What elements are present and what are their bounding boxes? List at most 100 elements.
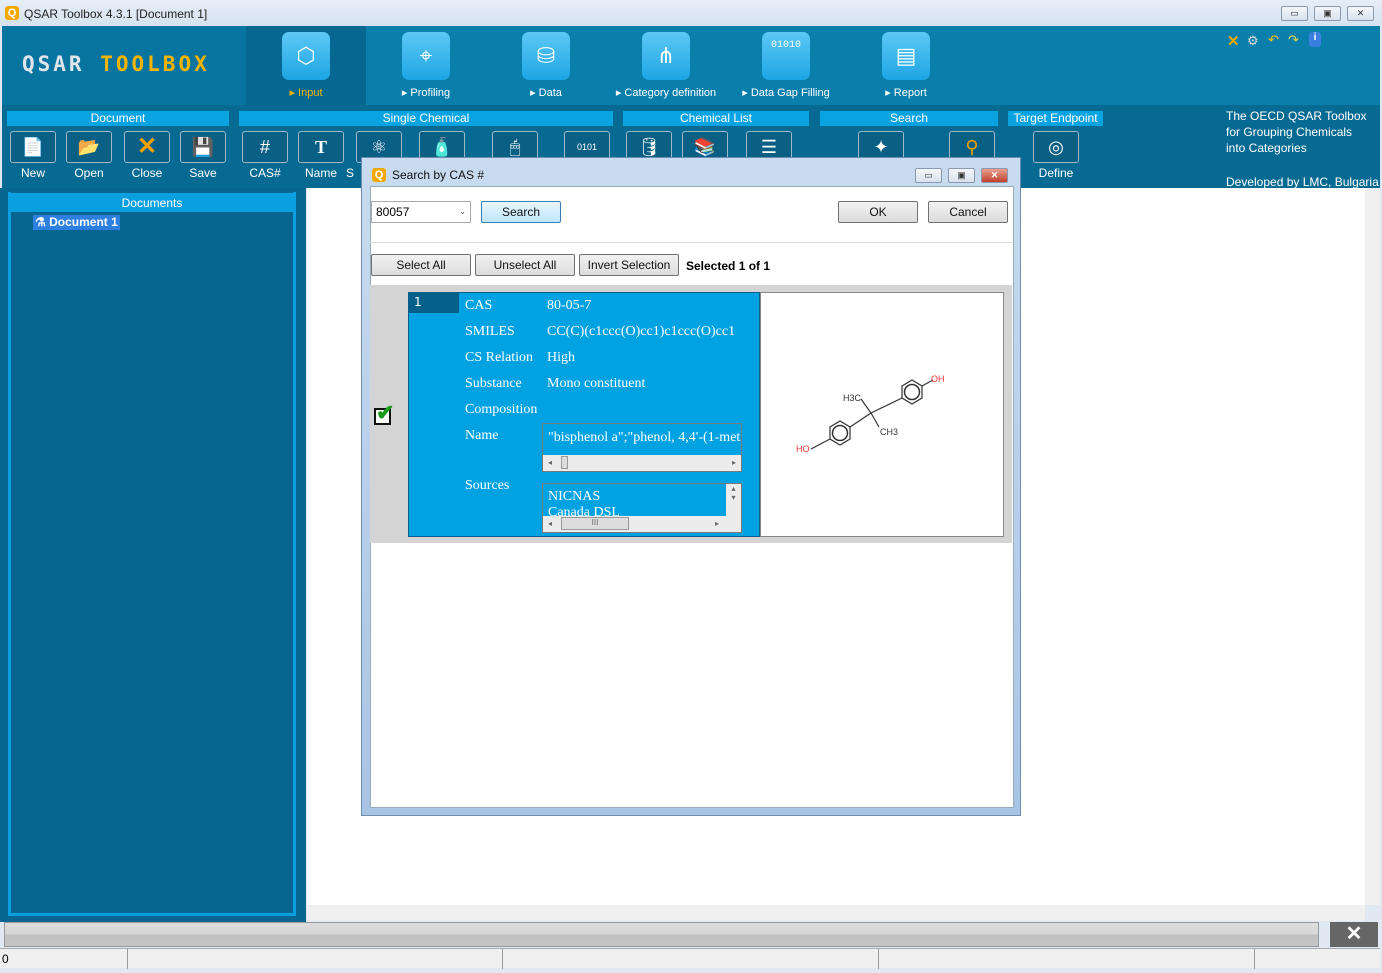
tab-label: Input: [298, 87, 323, 99]
status-cell: 0: [0, 949, 128, 969]
open-label: Open: [74, 166, 104, 180]
dialog-maximize-button[interactable]: ▣: [948, 168, 975, 183]
open-button[interactable]: 📂: [66, 131, 112, 163]
tab-category-definition[interactable]: ⋔ ▸ Category definition: [606, 26, 726, 105]
close-all-icon[interactable]: ✕: [1227, 32, 1240, 50]
dialog-minimize-button[interactable]: ▭: [915, 168, 942, 183]
structure-label: S: [345, 166, 354, 180]
info-icon[interactable]: i: [1309, 32, 1321, 47]
result-checkbox[interactable]: ✔: [374, 400, 394, 425]
dialog-app-icon: Q: [372, 168, 386, 182]
crosshair-icon: ⌖: [402, 32, 450, 80]
divider: [370, 242, 1012, 243]
sources-list-box[interactable]: NICNAS Canada DSL ▴ ▾ ◂ III ▸: [542, 483, 742, 533]
sources-label: Sources: [465, 478, 510, 493]
dialog-title: Search by CAS #: [392, 168, 485, 182]
status-cell: [128, 949, 503, 969]
define-button[interactable]: ◎: [1033, 131, 1079, 163]
redo-icon[interactable]: ↷: [1288, 32, 1299, 48]
define-label: Define: [1038, 166, 1074, 180]
ok-button[interactable]: OK: [838, 201, 918, 223]
group-search: Search: [820, 111, 998, 126]
tab-report[interactable]: ▤ ▸ Report: [846, 26, 966, 105]
progress-bar: [4, 922, 1319, 947]
cs-relation-value: High: [547, 350, 575, 365]
tab-data[interactable]: ⛁ ▸ Data: [486, 26, 606, 105]
tab-label: Category definition: [624, 87, 717, 99]
floppy-icon: 💾: [191, 137, 215, 157]
close-x-icon: ✕: [136, 133, 158, 160]
tab-label: Profiling: [410, 87, 451, 99]
tab-label: Report: [893, 87, 927, 99]
flash-icon: ✦: [873, 137, 889, 157]
new-button[interactable]: 📄: [10, 131, 56, 163]
hydroxyl-label: OH: [931, 374, 945, 384]
hierarchy-icon: ⋔: [642, 32, 690, 80]
cas-value: 80057: [376, 205, 410, 219]
hydroxyl-label: HO: [796, 444, 810, 454]
name-label: Name: [465, 428, 499, 443]
status-cell: [503, 949, 879, 969]
tab-profiling[interactable]: ⌖ ▸ Profiling: [366, 26, 486, 105]
documents-panel: [8, 192, 296, 916]
close-button[interactable]: ✕: [124, 131, 170, 163]
name-list-box[interactable]: "bisphenol a";"phenol, 4,4'-(1-methyleth…: [542, 423, 742, 472]
list-icon: ☰: [760, 137, 778, 157]
folder-icon: 📂: [77, 137, 101, 157]
chevron-down-icon: ⌄: [459, 207, 466, 216]
database-icon: 🛢: [637, 137, 661, 157]
save-button[interactable]: 💾: [180, 131, 226, 163]
maximize-button[interactable]: ▣: [1314, 6, 1341, 21]
close-label: Close: [131, 166, 163, 180]
smiles-label: SMILES: [465, 324, 515, 339]
new-label: New: [20, 166, 45, 180]
cas-button[interactable]: #: [242, 131, 288, 163]
select-all-button[interactable]: Select All: [371, 254, 471, 276]
cs-relation-label: CS Relation: [465, 350, 534, 365]
checkmark-icon: ✔: [376, 400, 395, 425]
methyl-label: H3C: [843, 393, 862, 403]
dialog-close-button[interactable]: ✕: [981, 168, 1008, 183]
target-icon: ◎: [1048, 137, 1064, 157]
tree-item-document-1[interactable]: ⚗ Document 1: [33, 215, 120, 230]
name-horizontal-scrollbar[interactable]: ◂ ▸: [543, 455, 741, 471]
text-t-icon: T: [314, 137, 327, 157]
cancel-button[interactable]: Cancel: [928, 201, 1008, 223]
about-line: into Categories: [1226, 141, 1307, 155]
tab-input[interactable]: ⬡ ▸ Input: [246, 26, 366, 105]
tab-data-gap-filling[interactable]: 01010 ▸ Data Gap Filling: [726, 26, 846, 105]
name-value: "bisphenol a";"phenol, 4,4'-(1-methyleth…: [548, 430, 741, 445]
name-button[interactable]: T: [298, 131, 344, 163]
unselect-all-button[interactable]: Unselect All: [475, 254, 575, 276]
sources-horizontal-scrollbar[interactable]: ◂ III ▸: [543, 516, 741, 532]
horizontal-scrollbar[interactable]: [307, 905, 1365, 921]
substance-value: Mono constituent: [547, 376, 646, 391]
cas-number-combobox[interactable]: 80057 ⌄: [371, 201, 471, 223]
gear-icon[interactable]: ⚙: [1247, 33, 1259, 49]
search-button[interactable]: Search: [481, 201, 561, 223]
cas-label: CAS#: [249, 166, 281, 180]
document-icon: ▤: [882, 32, 930, 80]
sources-vertical-scrollbar[interactable]: ▴ ▾: [726, 484, 741, 518]
magnifier-icon: ⚲: [965, 137, 979, 157]
hash-icon: #: [259, 137, 270, 157]
composition-label: Composition: [465, 402, 538, 417]
close-window-button[interactable]: ✕: [1347, 6, 1374, 21]
about-text: The OECD QSAR Toolbox for Grouping Chemi…: [1226, 108, 1379, 190]
group-document: Document: [7, 111, 229, 126]
spray-can-icon: 🧴: [430, 137, 454, 157]
binary-icon: 01010: [762, 32, 810, 80]
vertical-scrollbar[interactable]: [1365, 188, 1380, 905]
window-title: QSAR Toolbox 4.3.1 [Document 1]: [24, 7, 208, 21]
mouse-icon: 🖱: [509, 137, 521, 157]
bisphenol-a-structure: OH HO H3C CH3: [796, 374, 945, 454]
substance-label: Substance: [465, 376, 522, 391]
undo-icon[interactable]: ↶: [1268, 32, 1279, 48]
logo-text-2: TOOLBOX: [100, 52, 210, 76]
methyl-label: CH3: [880, 427, 898, 437]
group-chemical-list: Chemical List: [623, 111, 809, 126]
invert-selection-button[interactable]: Invert Selection: [579, 254, 679, 276]
cancel-progress-button[interactable]: ✕: [1330, 922, 1378, 947]
status-bar: 0: [0, 948, 1380, 969]
minimize-button[interactable]: ▭: [1281, 6, 1308, 21]
